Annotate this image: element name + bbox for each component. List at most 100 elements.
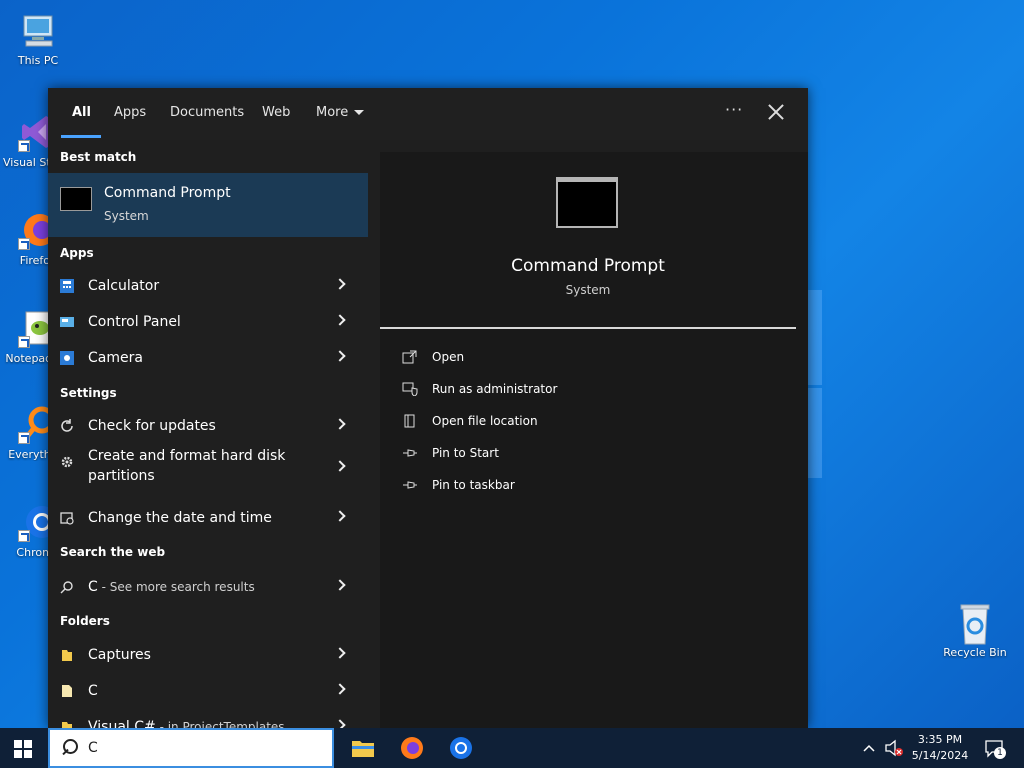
search-icon [60,739,78,757]
desktop-icon-this-pc[interactable]: This PC [3,10,73,67]
action-open[interactable]: Open [402,348,702,368]
result-label: Camera [88,350,143,366]
start-button[interactable] [14,740,32,758]
section-search-web: Search the web [60,545,166,559]
control-panel-icon [60,317,74,327]
active-tab-indicator [61,135,101,138]
shortcut-arrow-icon [18,336,30,348]
clock-date: 5/14/2024 [911,749,969,762]
result-item-folder-c[interactable]: C [48,673,368,709]
section-settings: Settings [60,386,117,400]
shortcut-arrow-icon [18,238,30,250]
action-label: Open [432,350,465,364]
taskbar: 3:35 PM 5/14/2024 1 [0,728,1024,768]
detail-divider [380,327,796,329]
result-label: C - See more search results [88,579,255,595]
web-query-suffix: - See more search results [97,580,255,594]
search-input[interactable] [88,738,318,758]
detail-title: Command Prompt [511,256,665,276]
section-folders: Folders [60,614,110,628]
result-label: Check for updates [88,418,216,434]
shortcut-arrow-icon [18,432,30,444]
desktop-light-beam [808,290,822,385]
windows-logo-icon [24,750,32,758]
tab-more-label: More [316,105,349,120]
chevron-right-icon[interactable] [334,683,346,695]
result-label: Create and format hard disk partitions [88,448,286,484]
pin-icon [403,449,417,457]
tab-apps[interactable]: Apps [114,105,146,120]
action-label: Pin to Start [432,446,499,460]
results-list: Best match Command Prompt System Apps Ca… [48,140,368,735]
chevron-right-icon[interactable] [334,314,346,326]
best-match-item[interactable]: Command Prompt System [48,173,368,237]
detail-subtitle: System [565,283,611,297]
taskbar-search-box[interactable] [48,728,334,768]
chevron-right-icon[interactable] [334,460,346,472]
firefox-icon[interactable] [398,734,426,762]
result-item-check-for-updates[interactable]: Check for updates [48,408,368,444]
close-button[interactable] [766,102,786,122]
tab-all[interactable]: All [72,105,91,120]
chevron-right-icon[interactable] [334,418,346,430]
chevron-right-icon[interactable] [334,579,346,591]
detail-pane: Command Prompt System Open Run as admini… [380,152,808,728]
best-match-subtitle: System [104,209,149,223]
result-item-web-search[interactable]: C - See more search results [48,569,368,605]
file-location-icon [404,414,415,428]
refresh-icon [61,419,73,432]
gear-icon [61,456,73,468]
file-explorer-icon[interactable] [349,734,377,762]
folder-icon [62,650,72,661]
action-pin-to-start[interactable]: Pin to Start [402,444,702,464]
result-item-disk-partitions[interactable]: Create and format hard disk partitions [48,444,368,500]
clock-time: 3:35 PM [917,733,963,746]
result-label: C [88,683,98,699]
chevron-right-icon[interactable] [334,510,346,522]
tab-more[interactable]: More [316,105,365,120]
windows-logo-icon [24,740,32,748]
calendar-clock-icon [60,512,74,525]
search-icon [60,581,73,594]
chrome-icon[interactable] [447,734,475,762]
clock[interactable]: 3:35 PM 5/14/2024 [900,732,980,764]
action-open-file-location[interactable]: Open file location [402,412,702,432]
shortcut-arrow-icon [18,140,30,152]
chevron-up-icon[interactable] [862,741,876,755]
chevron-right-icon[interactable] [334,278,346,290]
action-pin-to-taskbar[interactable]: Pin to taskbar [402,476,702,496]
document-icon [62,685,72,697]
result-item-folder-captures[interactable]: Captures [48,637,368,673]
calculator-icon [60,279,74,293]
search-tab-bar: All Apps Documents Web More ··· [48,88,808,140]
chevron-right-icon[interactable] [334,647,346,659]
result-item-control-panel[interactable]: Control Panel [48,304,368,340]
pin-icon [403,481,417,489]
command-prompt-icon [60,187,92,211]
search-panel: All Apps Documents Web More ··· Best mat… [48,88,808,735]
result-label: Calculator [88,278,160,294]
section-apps: Apps [60,246,94,260]
command-prompt-large-icon [556,177,618,228]
result-label: Change the date and time [88,510,272,526]
action-label: Run as administrator [432,382,558,396]
shield-icon [402,382,418,396]
desktop-icon-label: Recycle Bin [943,646,1007,659]
web-query: C [88,579,98,595]
chevron-right-icon[interactable] [334,350,346,362]
more-options-button[interactable]: ··· [725,100,743,119]
result-item-camera[interactable]: Camera [48,340,368,376]
notification-center-button[interactable]: 1 [984,738,1006,759]
recycle-bin-icon [955,602,995,645]
tab-web[interactable]: Web [262,105,290,120]
shortcut-arrow-icon [18,530,30,542]
action-run-as-admin[interactable]: Run as administrator [402,380,702,400]
desktop-icon-label: This PC [17,54,59,67]
result-item-calculator[interactable]: Calculator [48,268,368,304]
tab-documents[interactable]: Documents [170,105,244,120]
action-label: Pin to taskbar [432,478,515,492]
desktop-light-beam [808,388,822,478]
desktop-icon-recycle-bin[interactable]: Recycle Bin [940,602,1010,659]
action-label: Open file location [432,414,538,428]
result-item-date-time[interactable]: Change the date and time [48,500,368,536]
